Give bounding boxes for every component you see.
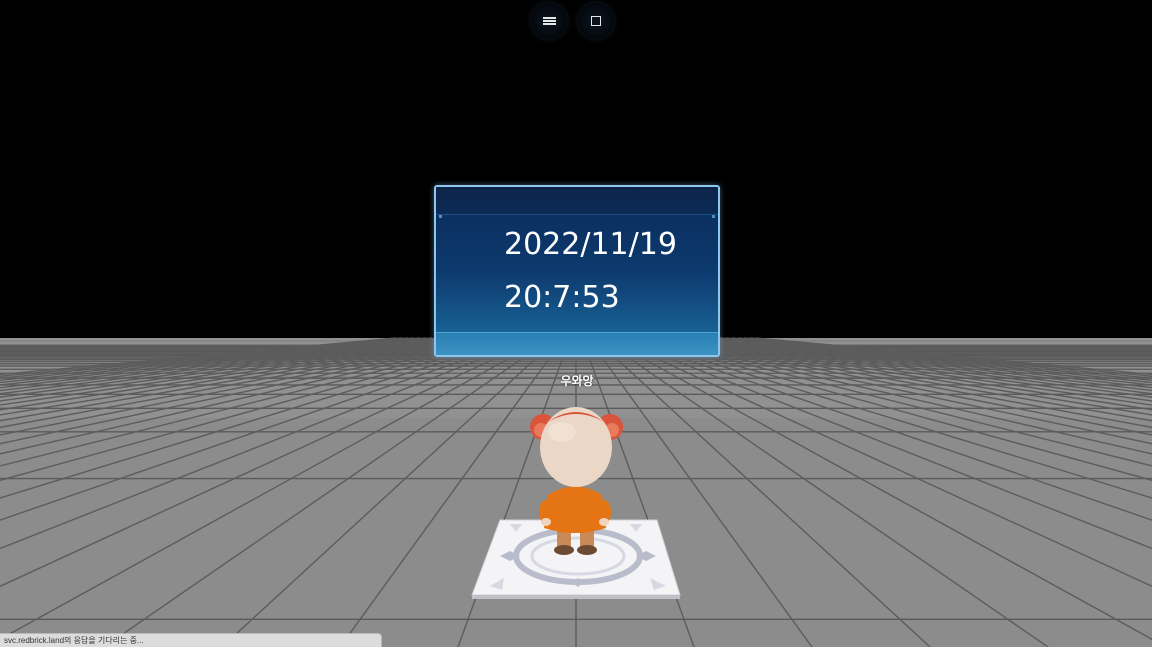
player-nametag: 우와앙 — [560, 374, 594, 388]
menu-button[interactable] — [531, 3, 567, 39]
billboard-header — [436, 187, 718, 215]
billboard-corner-dot — [712, 215, 715, 218]
billboard-footer — [436, 332, 718, 355]
square-window-icon — [591, 16, 601, 26]
browser-status-bar: svc.redbrick.land의 응답을 기다리는 중... — [0, 633, 382, 647]
billboard-time: 20:7:53 — [504, 280, 620, 315]
billboard-corner-dot — [439, 215, 442, 218]
billboard-date: 2022/11/19 — [504, 227, 677, 262]
window-toggle-button[interactable] — [578, 3, 614, 39]
player-avatar[interactable] — [470, 400, 690, 605]
game-viewport[interactable]: 2022/11/19 20:7:53 우와앙 svc.redbrick.land… — [0, 0, 1152, 647]
hamburger-menu-icon — [542, 17, 556, 25]
clock-billboard[interactable]: 2022/11/19 20:7:53 — [434, 185, 720, 357]
